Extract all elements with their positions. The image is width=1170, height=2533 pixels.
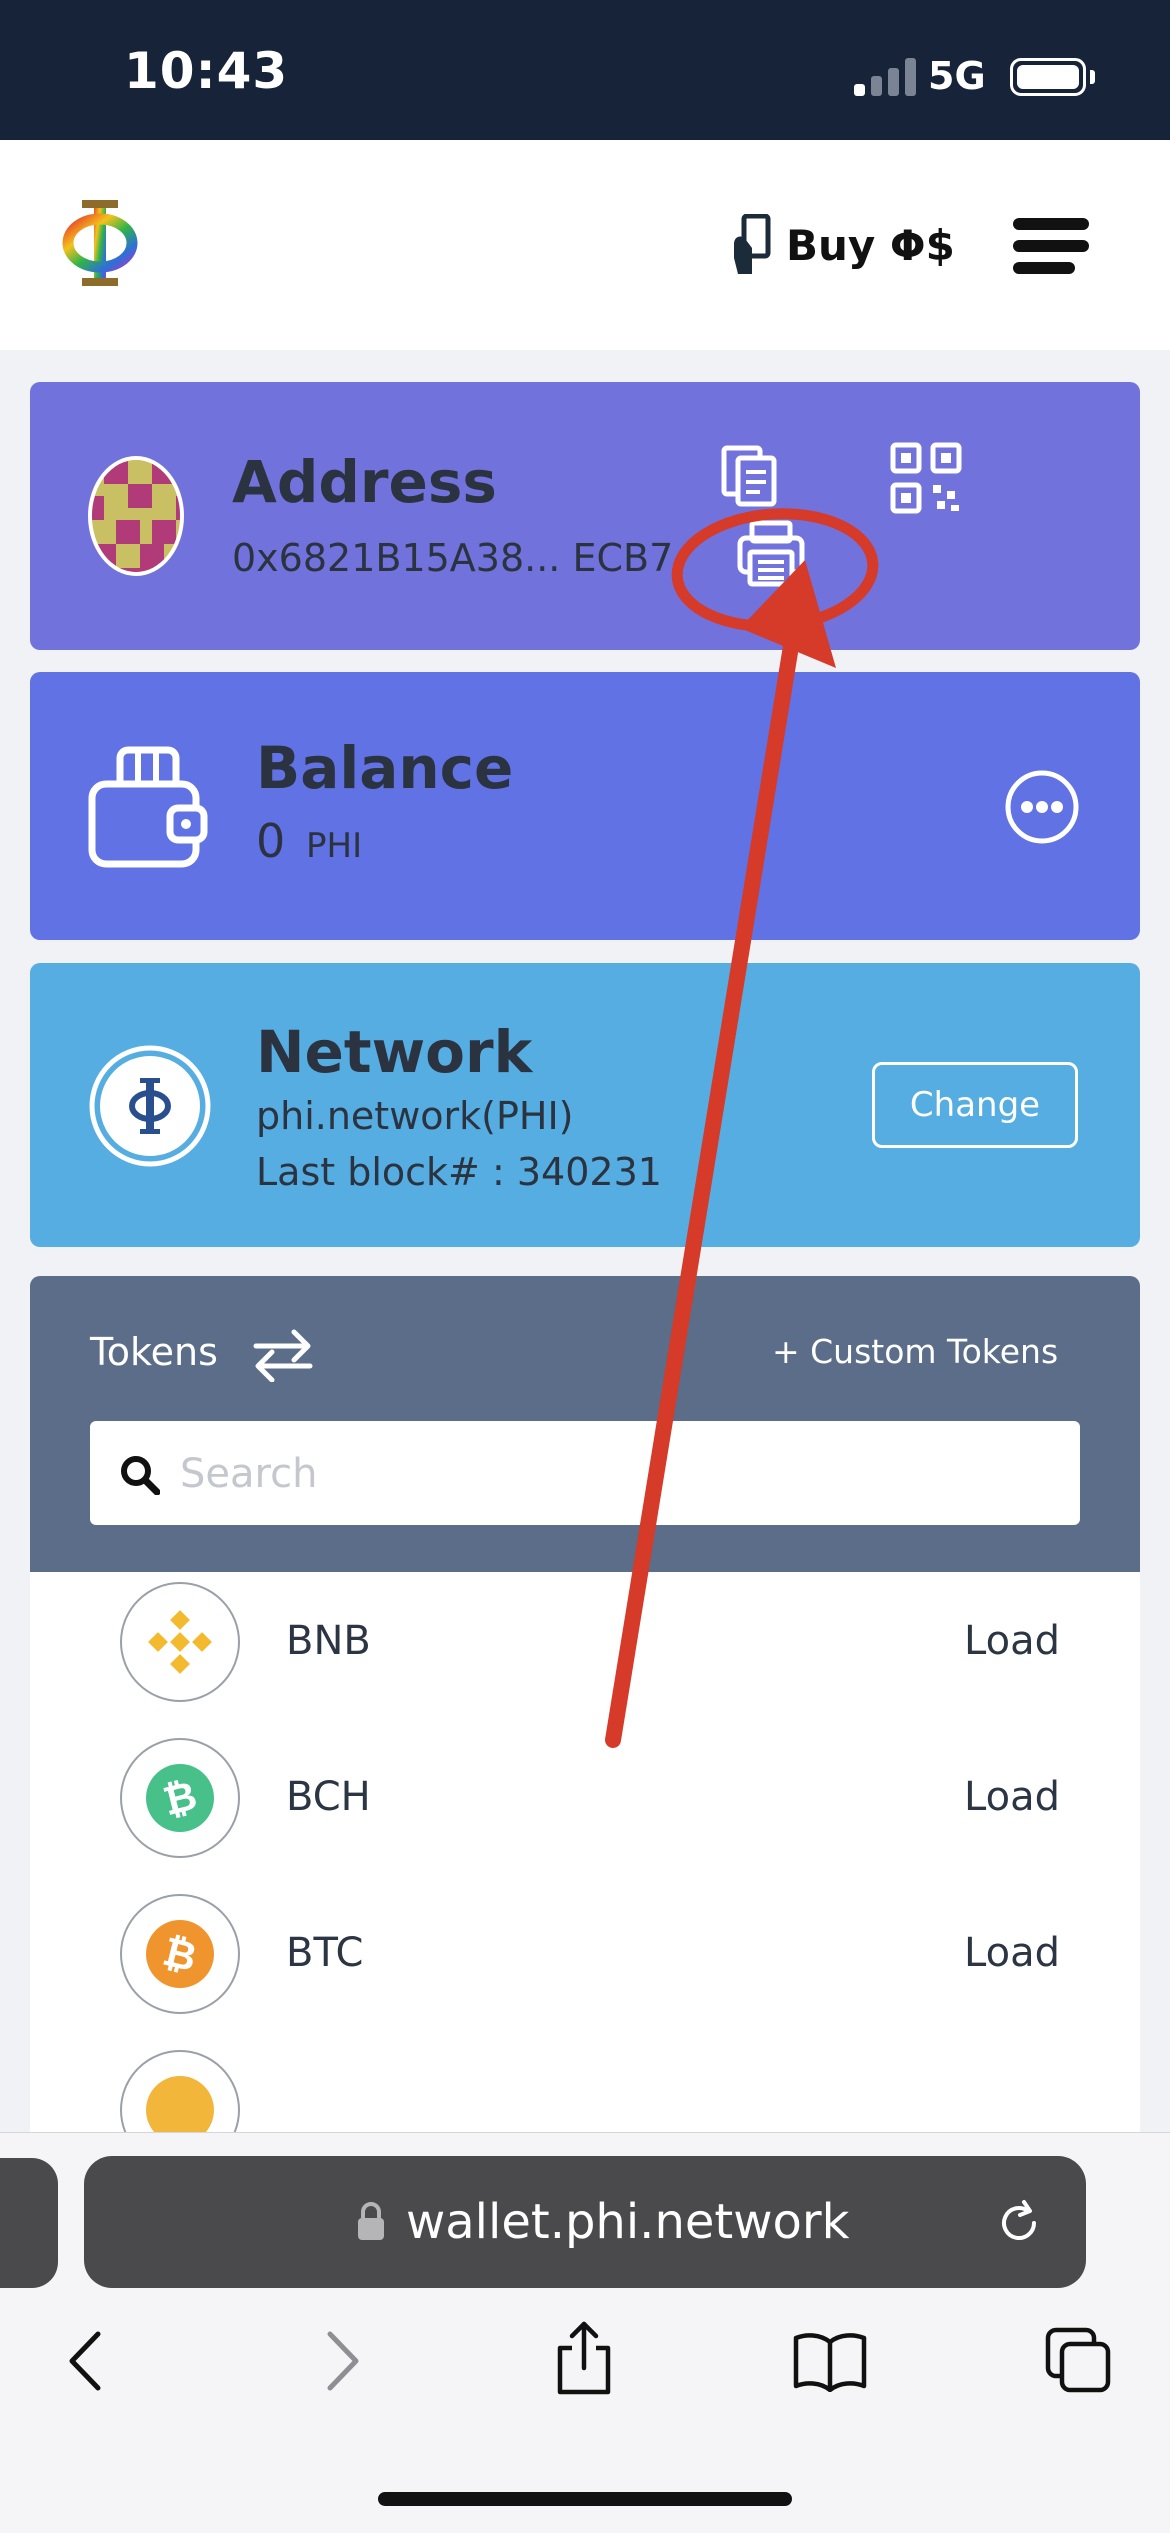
home-indicator [378, 2492, 792, 2506]
back-icon[interactable] [62, 2330, 110, 2392]
btc-coin-icon: ₿ [120, 1894, 240, 2014]
forward-icon[interactable] [318, 2330, 366, 2392]
bnb-coin-icon [120, 1582, 240, 1702]
token-name: BCH [286, 1774, 371, 1820]
buy-phi-label: Buy Φ$ [786, 220, 955, 270]
reload-icon[interactable] [994, 2198, 1044, 2248]
change-network-button[interactable]: Change [872, 1062, 1078, 1148]
hamburger-menu-icon[interactable] [1013, 216, 1089, 276]
token-row-btc[interactable]: ₿ BTC Load [30, 1884, 1140, 2024]
token-row-bch[interactable]: ₿ BCH Load [30, 1728, 1140, 1868]
token-name: BNB [286, 1618, 371, 1664]
token-name: BTC [286, 1930, 364, 1976]
balance-unit: PHI [306, 826, 363, 866]
battery-tip [1090, 70, 1095, 84]
tabs-icon[interactable] [1044, 2326, 1114, 2396]
url-text[interactable]: wallet.phi.network [406, 2194, 849, 2250]
wallet-avatar [88, 456, 184, 576]
signal-strength-icon [854, 58, 918, 96]
network-name: phi.network(PHI) [256, 1094, 574, 1138]
address-title: Address [232, 448, 497, 516]
search-icon [121, 1456, 160, 1495]
bch-coin-icon: ₿ [120, 1738, 240, 1858]
status-time: 10:43 [124, 42, 289, 100]
credit-card-hand-icon [734, 214, 771, 274]
address-card [30, 382, 1140, 650]
network-type: 5G [928, 54, 986, 98]
lock-icon [358, 2202, 384, 2240]
balance-title: Balance [256, 734, 514, 802]
address-value[interactable]: 0x6821B15A38... ECB7 [232, 536, 673, 580]
token-search-box [90, 1421, 1080, 1525]
token-list: BNB Load ₿ BCH Load ₿ BTC Load [30, 1572, 1140, 2170]
app-header [0, 140, 1170, 350]
copy-icon[interactable] [720, 444, 780, 508]
wallet-icon [88, 746, 208, 868]
tokens-label: Tokens [90, 1330, 218, 1374]
swap-arrows-icon[interactable] [252, 1328, 314, 1382]
print-icon[interactable] [736, 520, 806, 588]
token-load-button[interactable]: Load [964, 1930, 1060, 1976]
bookmarks-icon[interactable] [792, 2330, 868, 2392]
custom-tokens-link[interactable]: + Custom Tokens [772, 1332, 1058, 1371]
token-search-input[interactable] [178, 1443, 1062, 1505]
qr-code-icon[interactable] [890, 442, 962, 514]
network-last-block: Last block# : 340231 [256, 1150, 662, 1194]
token-load-button[interactable]: Load [964, 1618, 1060, 1664]
network-title: Network [256, 1018, 533, 1086]
balance-amount: 0 [256, 814, 286, 868]
token-row-bnb[interactable]: BNB Load [30, 1572, 1140, 1712]
more-options-icon[interactable] [1004, 769, 1080, 845]
network-phi-icon [89, 1045, 211, 1167]
phi-logo-icon[interactable] [60, 198, 140, 288]
share-icon[interactable] [552, 2318, 616, 2398]
token-load-button[interactable]: Load [964, 1774, 1060, 1820]
previous-tab-preview[interactable] [0, 2158, 58, 2288]
battery-icon [1010, 58, 1086, 96]
buy-phi-button[interactable]: Buy Φ$ [730, 212, 955, 278]
